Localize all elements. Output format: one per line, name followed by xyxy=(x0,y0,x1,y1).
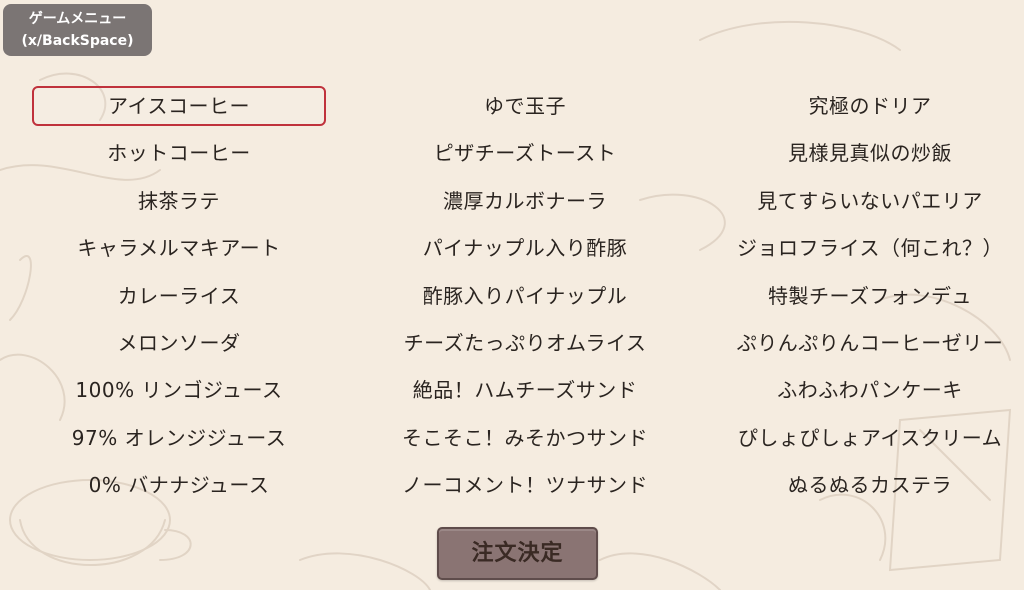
menu-item-doria[interactable]: 究極のドリア xyxy=(722,86,1018,126)
menu-item-omurice[interactable]: チーズたっぷりオムライス xyxy=(372,323,678,363)
menu-item-banana-juice[interactable]: 0% バナナジュース xyxy=(32,465,326,505)
menu-item-jollof-rice[interactable]: ジョロフライス（何これ？） xyxy=(722,228,1018,268)
menu-item-boiled-egg[interactable]: ゆで玉子 xyxy=(372,86,678,126)
menu-item-cheese-fondue[interactable]: 特製チーズフォンデュ xyxy=(722,276,1018,316)
menu-item-melon-soda[interactable]: メロンソーダ xyxy=(32,323,326,363)
game-menu-button[interactable]: ゲームメニュー (x/BackSpace) xyxy=(3,4,152,56)
game-menu-label: ゲームメニュー xyxy=(28,11,127,27)
menu-item-misokatsu-sandwich[interactable]: そこそこ！みそかつサンド xyxy=(372,418,678,458)
menu-item-paella[interactable]: 見てすらいないパエリア xyxy=(722,181,1018,221)
menu-item-ham-cheese-sandwich[interactable]: 絶品！ハムチーズサンド xyxy=(372,370,678,410)
order-confirm-button[interactable]: 注文決定 xyxy=(437,527,598,580)
menu-item-ice-cream[interactable]: ぴしょぴしょアイスクリーム xyxy=(722,418,1018,458)
menu-item-sweet-sour-pork[interactable]: パイナップル入り酢豚 xyxy=(372,228,678,268)
menu-item-fried-rice[interactable]: 見様見真似の炒飯 xyxy=(722,133,1018,173)
menu-item-tuna-sandwich[interactable]: ノーコメント！ツナサンド xyxy=(372,465,678,505)
menu-item-coffee-jelly[interactable]: ぷりんぷりんコーヒーゼリー xyxy=(722,323,1018,363)
menu-item-pizza-toast[interactable]: ピザチーズトースト xyxy=(372,133,678,173)
menu-item-pork-in-pineapple[interactable]: 酢豚入りパイナップル xyxy=(372,276,678,316)
menu-item-hot-coffee[interactable]: ホットコーヒー xyxy=(32,133,326,173)
game-menu-shortcut: (x/BackSpace) xyxy=(21,33,134,49)
menu-item-orange-juice[interactable]: 97% オレンジジュース xyxy=(32,418,326,458)
menu-item-caramel-macchiato[interactable]: キャラメルマキアート xyxy=(32,228,326,268)
menu-item-pancake[interactable]: ふわふわパンケーキ xyxy=(722,370,1018,410)
menu-item-castella[interactable]: ぬるぬるカステラ xyxy=(722,465,1018,505)
menu-item-ice-coffee[interactable]: アイスコーヒー xyxy=(32,86,326,126)
menu-item-matcha-latte[interactable]: 抹茶ラテ xyxy=(32,181,326,221)
menu-item-apple-juice[interactable]: 100% リンゴジュース xyxy=(32,370,326,410)
menu-item-curry-rice[interactable]: カレーライス xyxy=(32,276,326,316)
menu-item-carbonara[interactable]: 濃厚カルボナーラ xyxy=(372,181,678,221)
